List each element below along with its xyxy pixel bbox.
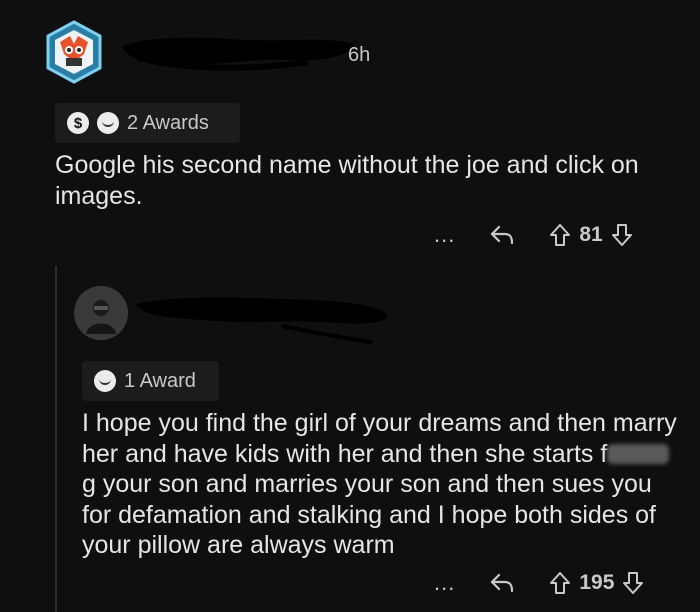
awards-badge[interactable]: $ 2 Awards bbox=[55, 103, 240, 143]
wholesome-award-icon bbox=[94, 370, 116, 392]
downvote-icon[interactable] bbox=[622, 571, 644, 595]
more-icon[interactable]: ... bbox=[434, 570, 455, 596]
reply-icon[interactable] bbox=[489, 572, 515, 594]
dollar-award-icon: $ bbox=[67, 112, 89, 134]
reply-icon[interactable] bbox=[489, 224, 515, 246]
more-icon[interactable]: ... bbox=[434, 222, 455, 248]
awards-badge[interactable]: 1 Award bbox=[82, 361, 219, 401]
censored-word bbox=[607, 443, 670, 464]
redacted-username bbox=[136, 297, 388, 344]
thread-line[interactable] bbox=[55, 266, 57, 612]
awards-label: 2 Awards bbox=[127, 111, 209, 134]
avatar[interactable] bbox=[44, 20, 104, 84]
vote-count: 195 bbox=[579, 571, 615, 594]
awards-label: 1 Award bbox=[124, 369, 196, 392]
reply-body-part2: g your son and marries your son and then… bbox=[82, 470, 656, 559]
upvote-icon[interactable] bbox=[549, 223, 571, 247]
vote-count: 81 bbox=[579, 223, 603, 246]
redacted-username bbox=[122, 37, 354, 71]
comment-actions: ... 81 bbox=[434, 222, 633, 248]
reply-actions: ... 195 bbox=[434, 570, 644, 596]
downvote-icon[interactable] bbox=[611, 223, 633, 247]
timestamp: 6h bbox=[348, 44, 371, 66]
reply-body-part1: I hope you find the girl of your dreams … bbox=[82, 409, 677, 468]
comment-body: Google his second name without the joe a… bbox=[55, 151, 639, 210]
avatar[interactable] bbox=[74, 286, 128, 340]
wholesome-award-icon bbox=[97, 112, 119, 134]
upvote-icon[interactable] bbox=[549, 571, 571, 595]
reply-body: I hope you find the girl of your dreams … bbox=[82, 408, 682, 561]
